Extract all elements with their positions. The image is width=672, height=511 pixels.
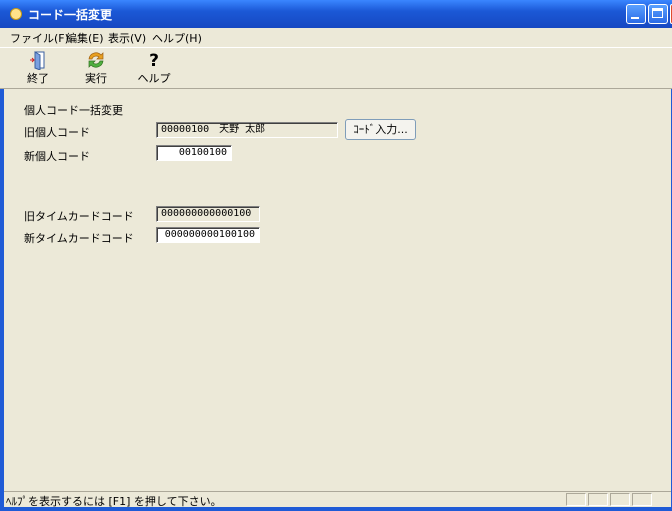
old-personal-code-label: 旧個人コード — [24, 126, 90, 139]
section-title: 個人コード一括変更 — [24, 104, 123, 117]
status-panel — [632, 493, 652, 506]
status-panel — [610, 493, 630, 506]
app-icon — [10, 8, 22, 20]
status-panel — [566, 493, 586, 506]
exit-tool-button[interactable]: 終了 — [18, 50, 58, 88]
status-text: ﾍﾙﾌﾟを表示するには [F1] を押して下さい。 — [6, 495, 222, 508]
window-title: コード一括変更 — [28, 8, 113, 22]
menu-help[interactable]: ヘルプ(H) — [152, 30, 202, 46]
form-area: 個人コード一括変更 旧個人コード 00000100 天野 太郎 ｺｰﾄﾞ入力..… — [4, 89, 671, 487]
new-timecard-code-input[interactable]: 000000000100100 — [156, 227, 260, 243]
menu-file[interactable]: ファイル(F) — [10, 30, 69, 46]
old-timecard-code-label: 旧タイムカードコード — [24, 210, 134, 223]
old-timecard-code-display: 000000000000100 — [156, 206, 260, 222]
minimize-button[interactable] — [626, 4, 646, 24]
minimize-icon — [631, 17, 639, 19]
menu-bar: ファイル(F) 編集(E) 表示(V) ヘルプ(H) — [0, 28, 672, 47]
run-label: 実行 — [85, 72, 107, 85]
code-input-button[interactable]: ｺｰﾄﾞ入力... — [345, 119, 416, 140]
help-tool-button[interactable]: ? ヘルプ — [134, 50, 174, 88]
new-personal-code-input[interactable]: 00100100 — [156, 145, 232, 161]
maximize-icon — [652, 8, 663, 18]
run-tool-button[interactable]: 実行 — [76, 50, 116, 88]
run-arrows-icon — [76, 50, 116, 72]
help-label: ヘルプ — [137, 72, 171, 85]
toolbar: 終了 実行 ? ヘルプ — [0, 47, 672, 89]
new-personal-code-label: 新個人コード — [24, 150, 90, 163]
new-timecard-code-label: 新タイムカードコード — [24, 232, 134, 245]
old-personal-code-display: 00000100 天野 太郎 — [156, 122, 338, 138]
status-panel — [588, 493, 608, 506]
status-bar: ﾍﾙﾌﾟを表示するには [F1] を押して下さい。 — [4, 491, 671, 508]
menu-view[interactable]: 表示(V) — [108, 30, 146, 46]
exit-door-icon — [18, 50, 58, 72]
question-icon: ? — [149, 51, 159, 71]
title-bar[interactable]: コード一括変更 — [0, 0, 672, 28]
maximize-button[interactable] — [648, 4, 668, 24]
menu-edit[interactable]: 編集(E) — [66, 30, 104, 46]
exit-label: 終了 — [27, 72, 49, 85]
